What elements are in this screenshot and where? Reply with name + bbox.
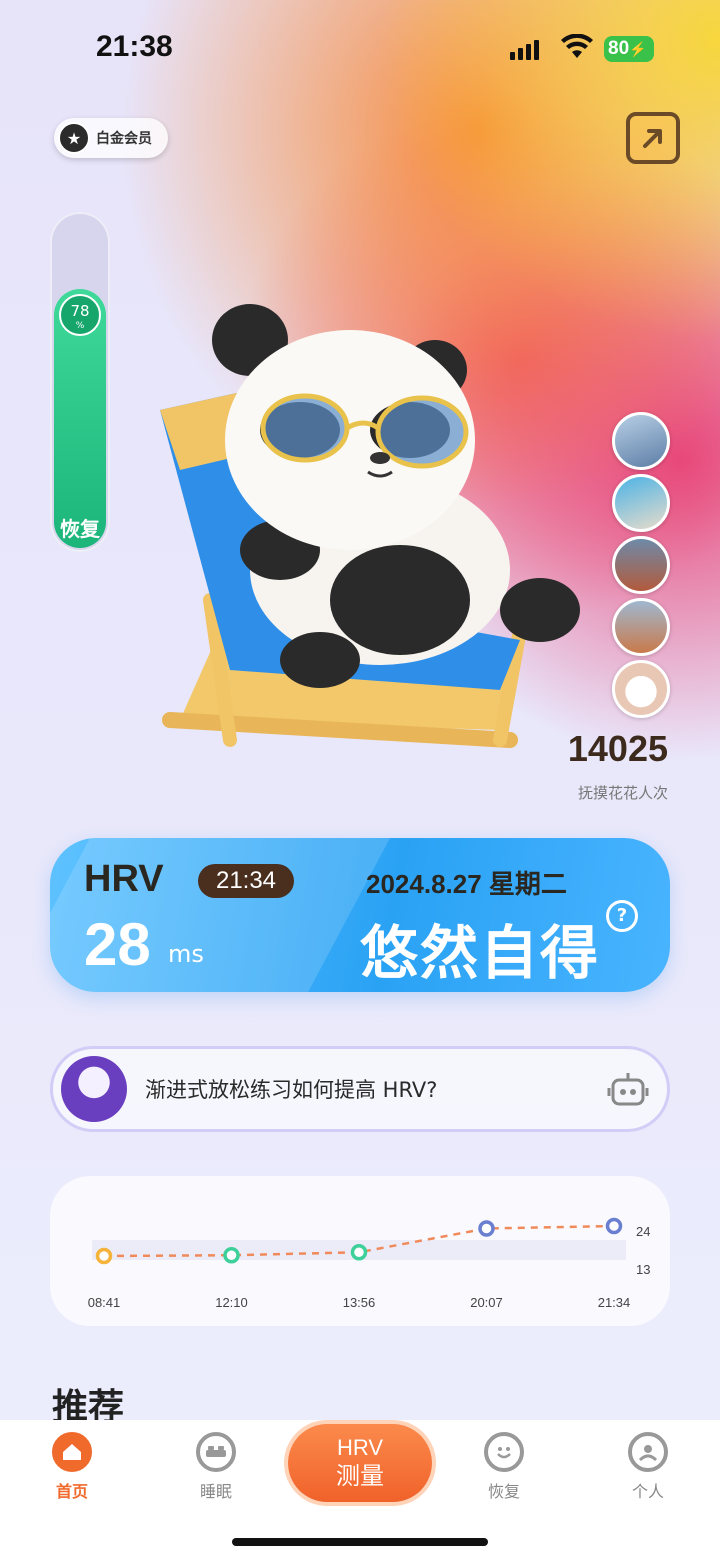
avatar[interactable] <box>612 660 670 718</box>
member-badge[interactable]: ★ 白金会员 <box>54 118 168 158</box>
hrv-data-point[interactable] <box>605 1217 623 1235</box>
recovery-label: 恢复 <box>60 517 100 541</box>
hrv-unit: ms <box>168 940 204 968</box>
tab-home[interactable]: 首页 <box>32 1432 112 1502</box>
battery-icon: 80⚡ <box>604 36 654 62</box>
avatar[interactable] <box>612 474 670 532</box>
recovery-unit: % <box>75 321 85 331</box>
panda-avatar <box>61 1056 127 1122</box>
status-bar: 21:38 80⚡ <box>0 28 720 72</box>
x-tick-label: 20:07 <box>470 1295 503 1310</box>
hrv-data-point[interactable] <box>350 1244 368 1261</box>
robot-icon[interactable] <box>607 1070 649 1108</box>
tab-recovery[interactable]: 恢复 <box>464 1432 544 1502</box>
battery-level: 80 <box>608 38 630 59</box>
share-button[interactable] <box>626 112 680 164</box>
friend-avatar-list <box>612 412 670 718</box>
hrv-value: 28 <box>84 911 151 978</box>
status-time: 21:38 <box>96 30 173 63</box>
panda-illustration[interactable] <box>140 300 590 770</box>
signal-icon <box>510 38 539 60</box>
hrv-data-point[interactable] <box>223 1247 240 1264</box>
measure-label-line2: 测量 <box>336 1462 384 1490</box>
hrv-measure-button[interactable]: HRV 测量 <box>288 1424 432 1502</box>
y-tick-label: 24 <box>636 1224 650 1239</box>
x-tick-label: 08:41 <box>88 1295 121 1310</box>
recovery-value: 78 <box>70 302 90 320</box>
home-icon <box>52 1432 92 1472</box>
hrv-data-point[interactable] <box>95 1247 113 1265</box>
pet-count: 14025 <box>567 728 668 769</box>
hrv-card[interactable]: HRV 21:34 28 ms 2024.8.27 星期二 悠然自得 ? <box>50 838 670 992</box>
hrv-title: HRV <box>84 858 164 900</box>
y-tick-label: 13 <box>636 1262 650 1277</box>
ai-question-text: 渐进式放松练习如何提高 HRV? <box>145 1078 438 1102</box>
medal-icon: ★ <box>58 122 90 154</box>
hrv-date: 2024.8.27 星期二 <box>366 869 567 899</box>
x-tick-label: 12:10 <box>215 1295 248 1310</box>
hrv-data-point[interactable] <box>478 1220 495 1237</box>
tab-label: 首页 <box>55 1482 88 1501</box>
tab-label: 恢复 <box>487 1482 520 1501</box>
recovery-gauge[interactable]: 78 % 恢复 <box>50 212 110 552</box>
ai-question-bar[interactable]: 渐进式放松练习如何提高 HRV? <box>50 1046 670 1132</box>
home-indicator <box>232 1538 488 1546</box>
pet-count-label: 抚摸花花人次 <box>577 784 668 802</box>
arrow-up-right-icon <box>643 129 662 148</box>
x-tick-label: 21:34 <box>598 1295 631 1310</box>
tab-label: 个人 <box>631 1482 664 1501</box>
user-icon <box>628 1432 668 1472</box>
tab-label: 睡眠 <box>199 1482 232 1501</box>
hrv-status: 悠然自得 <box>360 919 601 987</box>
bed-icon <box>196 1432 236 1472</box>
recovery-value-badge: 78 % <box>59 294 101 336</box>
wifi-icon <box>561 34 593 58</box>
avatar[interactable] <box>612 598 670 656</box>
smile-icon <box>484 1432 524 1472</box>
hrv-trend-chart[interactable]: 08:41 12:10 13:56 20:07 21:34 24 13 <box>50 1176 670 1326</box>
tab-sleep[interactable]: 睡眠 <box>176 1432 256 1502</box>
x-tick-label: 13:56 <box>343 1295 376 1310</box>
hrv-time-badge: 21:34 <box>198 864 294 898</box>
avatar[interactable] <box>612 536 670 594</box>
help-icon[interactable]: ? <box>606 900 638 932</box>
member-label: 白金会员 <box>96 131 152 147</box>
measure-label-line1: HRV <box>336 1435 384 1460</box>
avatar[interactable] <box>612 412 670 470</box>
tab-profile[interactable]: 个人 <box>608 1432 688 1502</box>
hrv-trend-plot: 08:41 12:10 13:56 20:07 21:34 24 13 <box>88 1217 650 1310</box>
